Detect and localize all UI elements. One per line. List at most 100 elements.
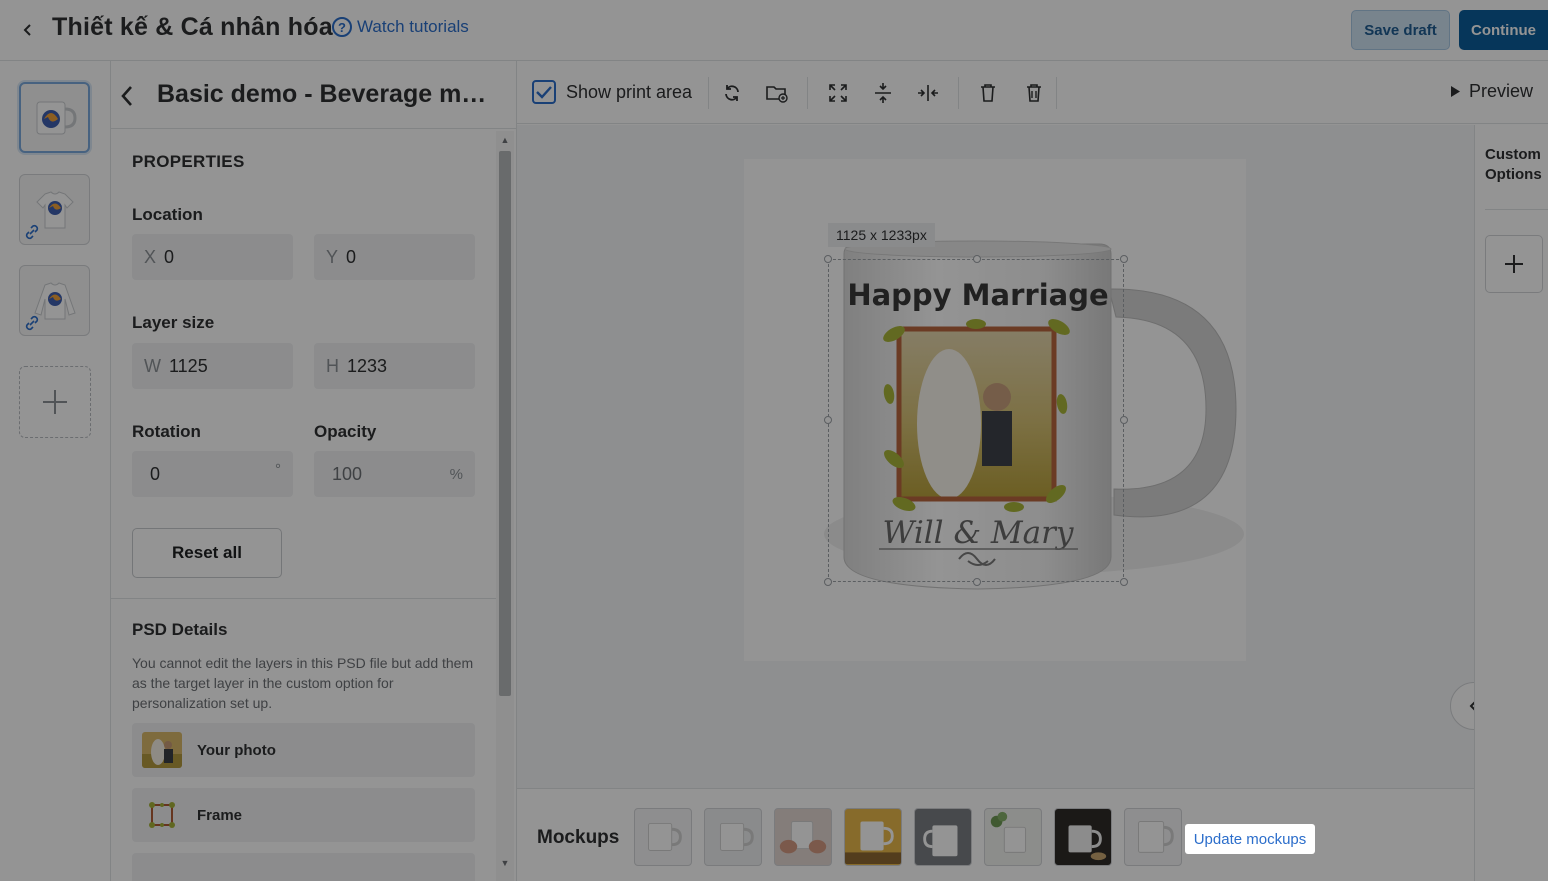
resize-handle[interactable]: [824, 416, 832, 424]
design-canvas[interactable]: Happy Marriage Will & Mary 1125 x 1233px: [517, 125, 1498, 788]
opacity-label: Opacity: [314, 422, 377, 441]
w-value: 1125: [169, 355, 208, 376]
mockup-thumb[interactable]: [914, 808, 972, 866]
resize-handle[interactable]: [973, 578, 981, 586]
opacity-value: 100: [332, 463, 363, 484]
mockup-thumb[interactable]: [774, 808, 832, 866]
mug-icon: [1138, 821, 1174, 853]
mug-in-hands-icon: [779, 821, 827, 854]
mockup-thumb[interactable]: [1054, 808, 1112, 866]
custom-options-panel: Custom Options: [1474, 125, 1548, 881]
save-draft-button[interactable]: Save draft: [1351, 10, 1450, 50]
delete-icon[interactable]: [974, 79, 1002, 107]
y-prefix: Y: [326, 246, 339, 267]
back-arrow-icon[interactable]: [16, 18, 40, 42]
mockups-bar: Mockups Update mockups: [517, 788, 1474, 881]
plus-icon: [1505, 255, 1523, 273]
resize-handle[interactable]: [1120, 578, 1128, 586]
plus-icon: [43, 390, 67, 414]
toolbar-divider: [708, 77, 709, 109]
layer-item-frame[interactable]: Frame: [132, 788, 475, 842]
product-thumb-mug[interactable]: [19, 82, 90, 153]
rotation-label: Rotation: [132, 422, 201, 441]
resize-handle[interactable]: [1120, 416, 1128, 424]
opacity-input[interactable]: 100 %: [314, 451, 475, 497]
align-vertical-center-icon[interactable]: [869, 79, 897, 107]
product-title: Basic demo - Beverage mu...: [157, 80, 497, 108]
watch-tutorials-link[interactable]: ? Watch tutorials: [332, 17, 469, 37]
mug-icon: [719, 822, 754, 851]
mockup-thumb[interactable]: [704, 808, 762, 866]
continue-button[interactable]: Continue: [1459, 10, 1548, 50]
frame-icon: [142, 797, 182, 833]
link-icon: [25, 315, 39, 331]
layer-size-badge: 1125 x 1233px: [828, 223, 935, 247]
x-prefix: X: [144, 246, 157, 267]
layer-name: Frame: [197, 806, 243, 824]
selection-box[interactable]: [824, 255, 1128, 586]
layer-size-label: Layer size: [132, 313, 215, 332]
delete-all-icon[interactable]: [1020, 79, 1048, 107]
product-rail: [0, 61, 111, 881]
location-label: Location: [132, 205, 203, 224]
custom-options-title-line2: Options: [1485, 166, 1542, 183]
mockup-thumb[interactable]: [634, 808, 692, 866]
resize-handle[interactable]: [824, 255, 832, 263]
y-value: 0: [346, 246, 357, 267]
toolbar-divider: [1056, 77, 1057, 109]
height-input[interactable]: H 1233: [314, 343, 475, 389]
replace-image-icon[interactable]: [763, 79, 791, 107]
resize-handle[interactable]: [1120, 255, 1128, 263]
custom-options-title: Custom Options: [1485, 145, 1542, 185]
h-prefix: H: [326, 355, 339, 376]
refresh-icon[interactable]: [718, 79, 746, 107]
update-mockups-button[interactable]: Update mockups: [1185, 824, 1315, 854]
psd-description: You cannot edit the layers in this PSD f…: [132, 655, 474, 711]
layer-item-partial[interactable]: [132, 853, 475, 881]
scroll-up-icon[interactable]: ▲: [500, 135, 510, 145]
h-value: 1233: [347, 355, 388, 376]
width-input[interactable]: W 1125: [132, 343, 293, 389]
watch-tutorials-label: Watch tutorials: [357, 17, 469, 36]
panel-scrollbar[interactable]: ▲ ▼: [496, 131, 514, 881]
photo-thumbnail: [142, 732, 182, 768]
show-print-area-toggle[interactable]: Show print area: [532, 80, 692, 104]
mug-icon: [648, 822, 682, 851]
fit-to-area-icon[interactable]: [824, 79, 852, 107]
panel-divider: [1485, 209, 1548, 210]
mug-icon: [923, 825, 958, 857]
editor-toolbar: Show print area Preview: [517, 61, 1548, 124]
mockup-thumb[interactable]: [844, 808, 902, 866]
properties-panel: Basic demo - Beverage mu... PROPERTIES L…: [111, 61, 517, 881]
resize-handle[interactable]: [824, 578, 832, 586]
toolbar-divider: [958, 77, 959, 109]
scroll-thumb[interactable]: [499, 151, 511, 696]
link-icon: [25, 224, 39, 240]
mockup-thumb[interactable]: [984, 808, 1042, 866]
resize-handle[interactable]: [973, 255, 981, 263]
mockup-thumb[interactable]: [1124, 808, 1182, 866]
x-input[interactable]: X 0: [132, 234, 293, 280]
panel-header: Basic demo - Beverage mu...: [111, 61, 516, 129]
add-product-button[interactable]: [19, 366, 91, 438]
rotation-value: 0: [150, 463, 161, 484]
rotation-unit: °: [275, 461, 281, 478]
mug-icon: [36, 101, 77, 134]
align-horizontal-center-icon[interactable]: [914, 79, 942, 107]
layer-name: Your photo: [197, 741, 276, 759]
reset-all-button[interactable]: Reset all: [132, 528, 282, 578]
y-input[interactable]: Y 0: [314, 234, 475, 280]
layer-item-your-photo[interactable]: Your photo: [132, 723, 475, 777]
scroll-down-icon[interactable]: ▼: [500, 858, 510, 868]
product-thumb-longsleeve[interactable]: [19, 265, 90, 336]
rotation-input[interactable]: 0 °: [132, 451, 293, 497]
checkbox-checked-icon[interactable]: [532, 80, 556, 104]
mug-icon: [1068, 825, 1107, 861]
psd-details-heading: PSD Details: [132, 620, 228, 639]
add-custom-option-button[interactable]: [1485, 235, 1543, 293]
play-icon: [1451, 86, 1460, 97]
toolbar-divider: [807, 77, 808, 109]
panel-back-icon[interactable]: [114, 83, 140, 109]
product-thumb-tshirt[interactable]: [19, 174, 90, 245]
preview-button[interactable]: Preview: [1450, 81, 1533, 102]
